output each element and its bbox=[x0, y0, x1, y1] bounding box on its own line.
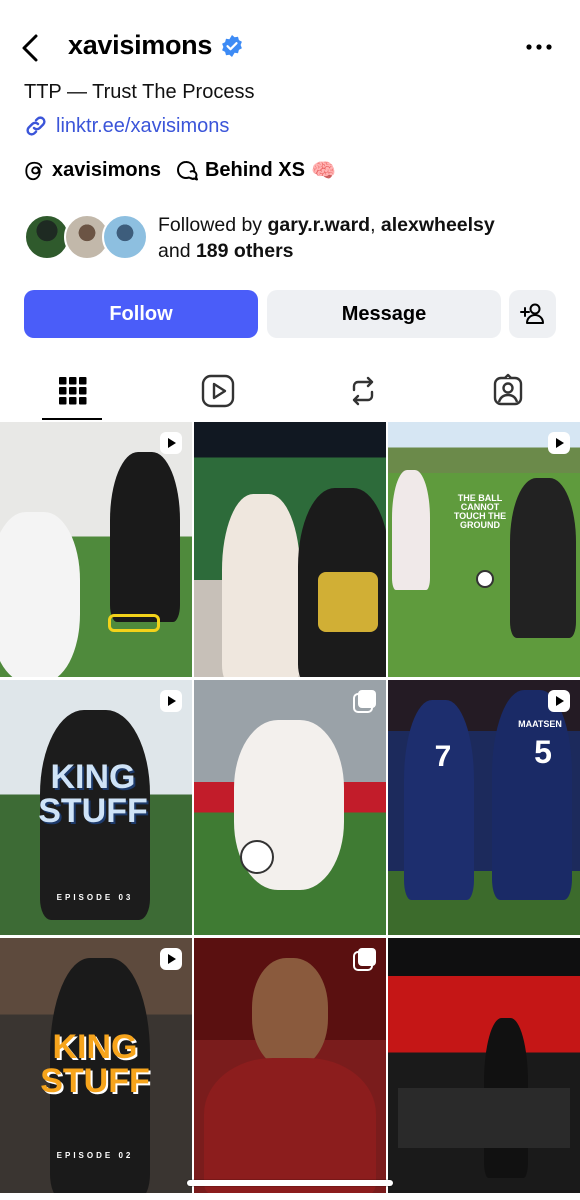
tagged-icon bbox=[493, 373, 522, 406]
post-tile[interactable] bbox=[194, 938, 386, 1193]
followed-by-prefix: Followed by bbox=[158, 214, 268, 236]
player-figure bbox=[510, 478, 576, 638]
follow-button[interactable]: Follow bbox=[24, 290, 258, 338]
jersey-number: 5 bbox=[534, 734, 552, 770]
threads-chip[interactable]: xavisimons bbox=[24, 159, 161, 182]
threads-icon bbox=[25, 161, 43, 180]
channel-name: Behind XS bbox=[204, 159, 305, 181]
post-tile[interactable] bbox=[194, 422, 386, 677]
username-text: xavisimons bbox=[68, 30, 213, 60]
reels-icon bbox=[201, 374, 234, 408]
profile-tabs bbox=[0, 362, 580, 422]
followed-by-text: Followed by gary.r.ward, alexwheelsy and… bbox=[158, 212, 495, 264]
message-button[interactable]: Message bbox=[267, 290, 501, 338]
mutual-user-1: gary.r.ward bbox=[267, 214, 371, 236]
reel-icon bbox=[160, 432, 182, 454]
post-tile[interactable] bbox=[194, 680, 386, 935]
bio-link-text: linktr.ee/xavisimons bbox=[56, 114, 230, 137]
threads-handle: xavisimons bbox=[52, 159, 161, 181]
action-buttons: Follow Message bbox=[24, 290, 556, 338]
player-figure bbox=[392, 470, 430, 590]
grid-icon bbox=[58, 377, 86, 405]
bio-link[interactable]: linktr.ee/xavisimons bbox=[24, 114, 229, 138]
mutual-user-2: alexwheelsy bbox=[380, 214, 495, 236]
reel-icon bbox=[548, 432, 570, 454]
episode-label: EPISODE 02 bbox=[56, 1151, 134, 1160]
ball bbox=[476, 570, 494, 588]
carousel-icon bbox=[353, 690, 376, 713]
tab-grid[interactable] bbox=[0, 362, 145, 420]
bio-text: TTP — Trust The Process bbox=[24, 81, 255, 103]
carousel-icon bbox=[353, 948, 376, 971]
repost-icon bbox=[352, 376, 373, 406]
avatar bbox=[102, 214, 148, 260]
player-figure bbox=[222, 494, 300, 677]
post-caption-overlay: THE BALL CANNOT TOUCH THE GROUND bbox=[453, 493, 507, 530]
post-tile[interactable]: KING STUFF EPISODE 03 bbox=[0, 680, 192, 935]
tab-reels[interactable] bbox=[145, 362, 290, 420]
profile-header: xavisimons bbox=[0, 22, 580, 74]
mutual-avatars bbox=[24, 212, 148, 264]
post-tile[interactable] bbox=[388, 938, 580, 1193]
player-jersey bbox=[204, 1058, 376, 1193]
mutual-others-count: 189 others bbox=[195, 240, 294, 262]
episode-title: KING STUFF bbox=[40, 1028, 150, 1100]
chevron-left-icon[interactable] bbox=[14, 28, 48, 68]
ball bbox=[240, 840, 274, 874]
training-cone bbox=[108, 614, 160, 632]
profile-chips: xavisimons Behind XS 🧠 bbox=[24, 158, 350, 183]
player-face bbox=[252, 958, 328, 1068]
player-figure bbox=[110, 452, 180, 622]
link-icon bbox=[26, 116, 46, 136]
verified-badge-icon bbox=[222, 34, 242, 57]
broadcast-channel-icon bbox=[177, 160, 198, 180]
channel-chip[interactable]: Behind XS 🧠 bbox=[175, 158, 336, 183]
player-figure bbox=[404, 700, 474, 900]
gym-equipment bbox=[398, 1088, 570, 1148]
more-horizontal-icon[interactable] bbox=[524, 32, 554, 62]
episode-title: KING STUFF bbox=[38, 758, 148, 830]
followed-by-section[interactable]: Followed by gary.r.ward, alexwheelsy and… bbox=[24, 212, 564, 264]
jersey-number: 7 bbox=[434, 740, 452, 773]
home-indicator[interactable] bbox=[187, 1180, 393, 1186]
player-figure bbox=[0, 512, 80, 677]
followed-by-separator: , bbox=[370, 214, 381, 236]
tab-tagged[interactable] bbox=[435, 362, 580, 420]
suggested-users-button[interactable] bbox=[509, 290, 556, 338]
reel-icon bbox=[548, 690, 570, 712]
episode-label: EPISODE 03 bbox=[56, 893, 134, 902]
brain-emoji: 🧠 bbox=[310, 160, 336, 182]
post-tile[interactable]: THE BALL CANNOT TOUCH THE GROUND bbox=[388, 422, 580, 677]
jersey-detail bbox=[318, 572, 378, 632]
tab-reposts[interactable] bbox=[290, 362, 435, 420]
posts-grid: THE BALL CANNOT TOUCH THE GROUND KING ST… bbox=[0, 422, 580, 1200]
post-tile[interactable]: 7 MAATSEN 5 bbox=[388, 680, 580, 935]
followed-by-and: and bbox=[158, 240, 196, 262]
post-tile[interactable]: KING STUFF EPISODE 02 bbox=[0, 938, 192, 1193]
post-tile[interactable] bbox=[0, 422, 192, 677]
jersey-name: MAATSEN bbox=[518, 719, 562, 729]
username-title: xavisimons bbox=[68, 30, 244, 61]
add-user-icon bbox=[519, 303, 544, 324]
reel-icon bbox=[160, 948, 182, 970]
reel-icon bbox=[160, 690, 182, 712]
